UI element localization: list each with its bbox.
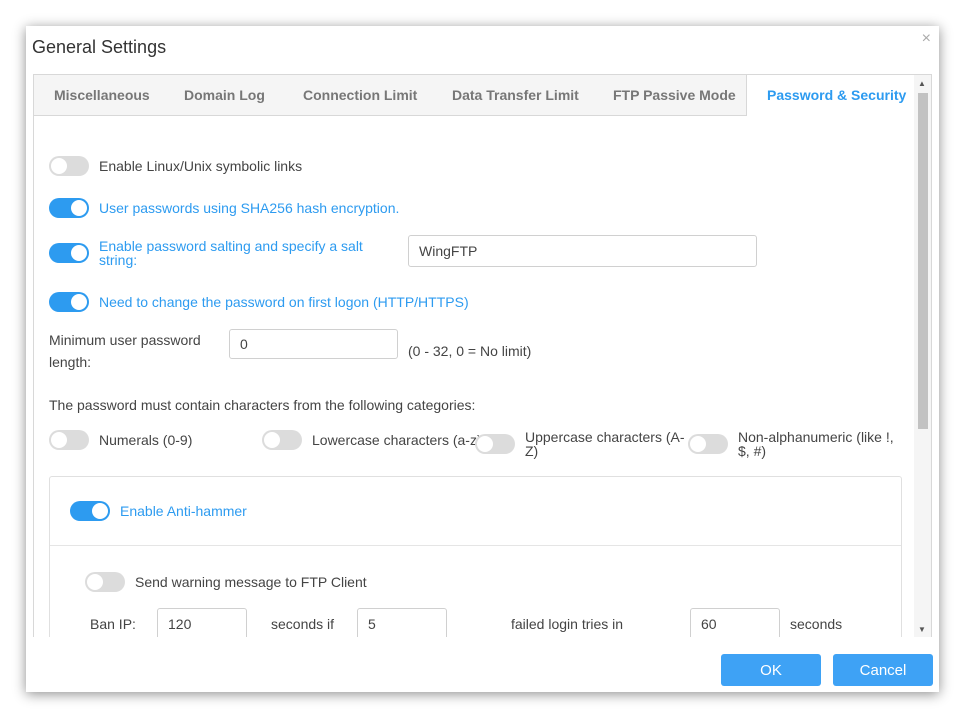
tab-domain-log[interactable]: Domain Log: [184, 75, 265, 115]
symlinks-row: Enable Linux/Unix symbolic links: [49, 156, 302, 176]
uppercase-row: Uppercase characters (A- Z): [475, 430, 685, 458]
uppercase-label-line1: Uppercase characters (A-: [525, 429, 685, 445]
uppercase-label: Uppercase characters (A- Z): [525, 430, 685, 458]
vertical-scrollbar[interactable]: ▲ ▼: [914, 75, 931, 638]
numerals-toggle[interactable]: [49, 430, 89, 450]
change-first-toggle[interactable]: [49, 292, 89, 312]
seconds-label: seconds: [790, 616, 843, 632]
uppercase-toggle[interactable]: [475, 434, 515, 454]
ban-seconds-input[interactable]: [157, 608, 247, 638]
tab-connection-limit[interactable]: Connection Limit: [303, 75, 417, 115]
tab-password-security[interactable]: Password & Security: [746, 75, 927, 116]
min-length-input[interactable]: [229, 329, 398, 359]
numerals-label: Numerals (0-9): [99, 432, 193, 448]
failed-label: failed login tries in: [511, 616, 624, 632]
dialog-title: General Settings: [32, 37, 167, 57]
salting-label: Enable password salting and specify a sa…: [99, 239, 363, 267]
anti-hammer-box: Enable Anti-hammer Send warning message …: [49, 476, 902, 638]
nonalpha-label: Non-alphanumeric (like !, $, #): [738, 430, 894, 458]
min-length-label: Minimum user password length:: [49, 329, 201, 373]
ok-button[interactable]: OK: [721, 654, 821, 686]
sha256-toggle[interactable]: [49, 198, 89, 218]
scroll-down-icon[interactable]: ▼: [918, 625, 926, 634]
anti-hammer-divider: [50, 545, 901, 546]
window-seconds-input[interactable]: [690, 608, 780, 638]
salt-string-input[interactable]: [408, 235, 757, 267]
settings-panel: Miscellaneous Domain Log Connection Limi…: [33, 74, 932, 639]
ban-ip-label: Ban IP:: [90, 616, 136, 632]
lowercase-toggle[interactable]: [262, 430, 302, 450]
scrollbar-thumb[interactable]: [918, 93, 928, 429]
change-first-label: Need to change the password on first log…: [99, 294, 469, 310]
tab-miscellaneous[interactable]: Miscellaneous: [54, 75, 150, 115]
anti-hammer-label: Enable Anti-hammer: [120, 503, 247, 519]
tab-data-transfer-limit[interactable]: Data Transfer Limit: [452, 75, 579, 115]
nonalpha-row: Non-alphanumeric (like !, $, #): [688, 430, 894, 458]
lowercase-row: Lowercase characters (a-z): [262, 430, 482, 450]
cancel-button[interactable]: Cancel: [833, 654, 933, 686]
salting-toggle[interactable]: [49, 243, 89, 263]
salting-label-line2: string:: [99, 252, 138, 268]
change-first-row: Need to change the password on first log…: [49, 292, 469, 312]
lowercase-label: Lowercase characters (a-z): [312, 432, 482, 448]
nonalpha-label-line2: $, #): [738, 443, 767, 459]
close-icon[interactable]: ×: [922, 30, 931, 48]
scroll-up-icon[interactable]: ▲: [918, 79, 926, 88]
general-settings-dialog: General Settings × Miscellaneous Domain …: [26, 26, 939, 692]
min-length-label-line2: length:: [49, 354, 92, 370]
nonalpha-toggle[interactable]: [688, 434, 728, 454]
warning-row: Send warning message to FTP Client: [85, 572, 367, 592]
sha256-row: User passwords using SHA256 hash encrypt…: [49, 198, 399, 218]
warning-toggle[interactable]: [85, 572, 125, 592]
anti-hammer-toggle[interactable]: [70, 501, 110, 521]
numerals-row: Numerals (0-9): [49, 430, 192, 450]
password-security-content: Enable Linux/Unix symbolic links User pa…: [34, 116, 914, 638]
symlinks-toggle[interactable]: [49, 156, 89, 176]
categories-heading: The password must contain characters fro…: [49, 397, 476, 413]
failed-tries-input[interactable]: [357, 608, 447, 638]
min-length-label-line1: Minimum user password: [49, 332, 201, 348]
tab-bar: Miscellaneous Domain Log Connection Limi…: [34, 75, 927, 116]
salting-row: Enable password salting and specify a sa…: [49, 239, 363, 267]
warning-label: Send warning message to FTP Client: [135, 574, 367, 590]
symlinks-label: Enable Linux/Unix symbolic links: [99, 158, 303, 174]
tab-ftp-passive-mode[interactable]: FTP Passive Mode: [613, 75, 736, 115]
dialog-footer: OK Cancel: [26, 637, 939, 692]
uppercase-label-line2: Z): [525, 443, 539, 459]
seconds-if-label: seconds if: [271, 616, 335, 632]
sha256-label: User passwords using SHA256 hash encrypt…: [99, 200, 400, 216]
salting-label-line1: Enable password salting and specify a sa…: [99, 238, 363, 254]
anti-hammer-row: Enable Anti-hammer: [70, 501, 247, 521]
min-length-hint: (0 - 32, 0 = No limit): [408, 343, 532, 359]
